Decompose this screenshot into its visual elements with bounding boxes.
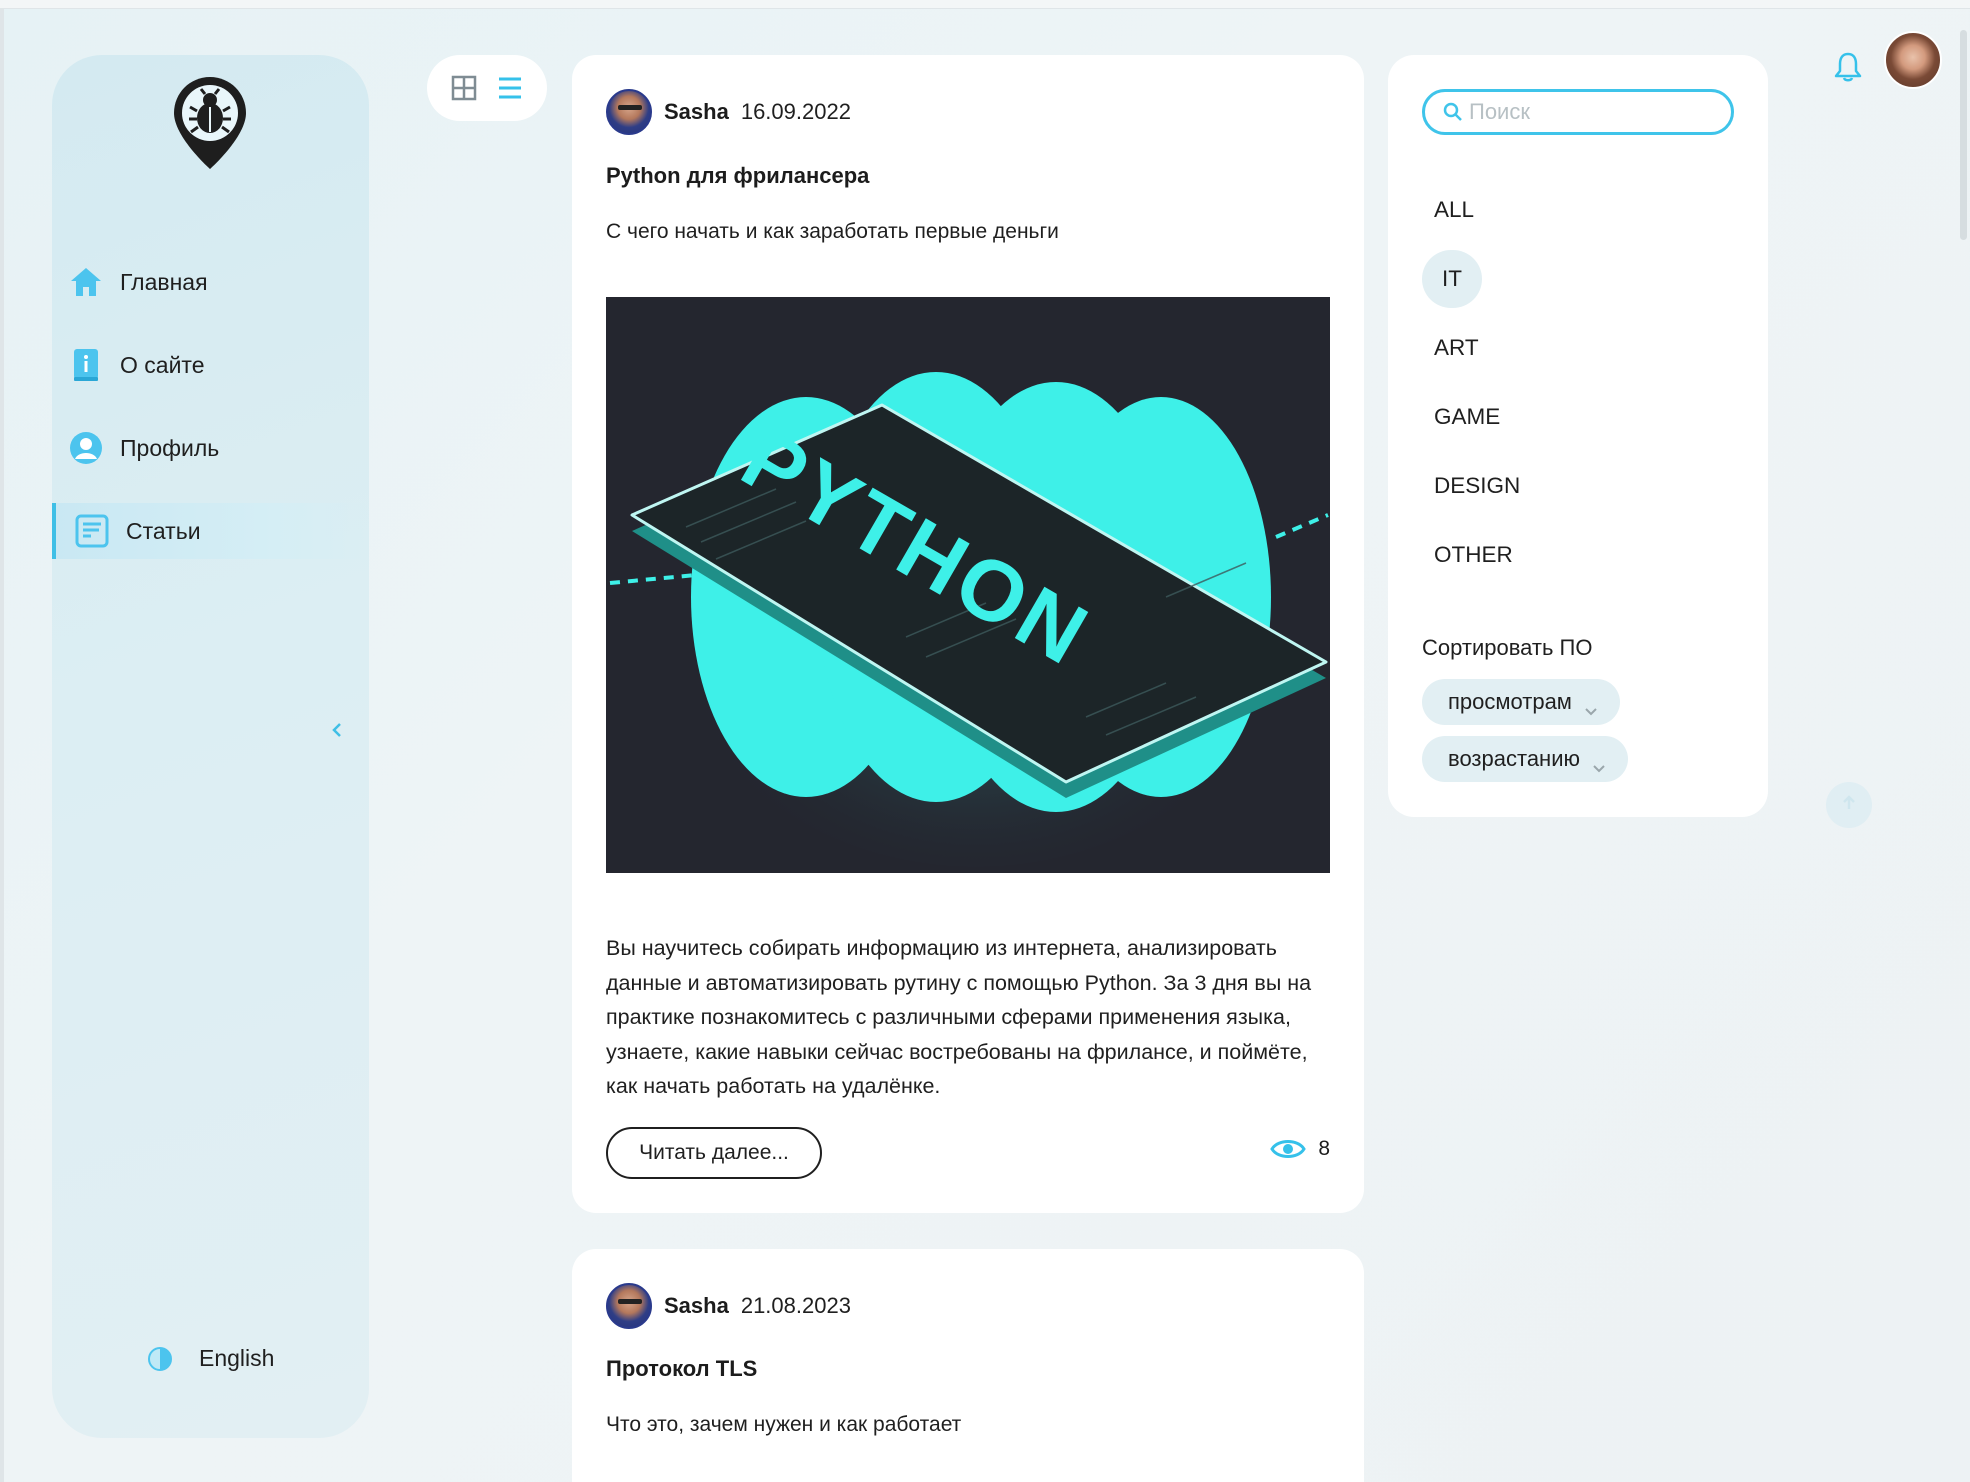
- article-card: Sasha 16.09.2022 Python для фрилансера С…: [572, 55, 1364, 1213]
- post-title: Протокол TLS: [606, 1356, 758, 1381]
- author-name[interactable]: Sasha: [664, 99, 729, 125]
- sidebar-item-about[interactable]: О сайте: [52, 337, 369, 393]
- search-input[interactable]: [1469, 99, 1719, 125]
- views-count: 8: [1318, 1137, 1330, 1160]
- chevron-left-icon[interactable]: [327, 715, 347, 745]
- language-toggle[interactable]: English: [147, 1345, 274, 1372]
- language-label: English: [199, 1345, 275, 1371]
- article-icon: [74, 513, 110, 549]
- sidebar-item-label: Профиль: [120, 434, 220, 461]
- search-icon: [1443, 102, 1463, 122]
- post-date: 16.09.2022: [740, 99, 851, 124]
- arrow-up-icon: [1840, 794, 1858, 817]
- sidebar-item-articles[interactable]: Статьи: [52, 503, 369, 559]
- user-icon: [68, 430, 104, 466]
- window-frame-left: [0, 9, 4, 1482]
- author-row: Sasha 21.08.2023: [606, 1283, 851, 1329]
- post-subtitle: С чего начать и как заработать первые де…: [606, 220, 1059, 243]
- sort-order-select[interactable]: возрастанию: [1422, 736, 1628, 782]
- sidebar: Главная О сайте Профиль Статьи English: [52, 55, 369, 1438]
- chevron-down-icon: [1584, 697, 1598, 716]
- home-icon: [68, 264, 104, 300]
- list-view-icon[interactable]: [495, 73, 525, 103]
- chevron-down-icon: [1592, 754, 1606, 773]
- sidebar-item-label: О сайте: [120, 351, 205, 378]
- author-name[interactable]: Sasha: [664, 1293, 729, 1319]
- scroll-to-top-button[interactable]: [1826, 782, 1872, 828]
- sidebar-item-profile[interactable]: Профиль: [52, 420, 369, 476]
- eye-icon: [1270, 1137, 1307, 1161]
- theme-toggle-icon[interactable]: [147, 1346, 173, 1372]
- bug-pin-icon[interactable]: [172, 75, 248, 171]
- author-avatar[interactable]: [606, 1283, 652, 1329]
- sidebar-item-label: Статьи: [126, 517, 201, 544]
- sidebar-item-label: Главная: [120, 268, 208, 295]
- read-more-button[interactable]: Читать далее...: [606, 1127, 822, 1179]
- filter-panel: ALL IT ART GAME DESIGN OTHER Сортировать…: [1388, 55, 1768, 817]
- author-avatar[interactable]: [606, 89, 652, 135]
- category-art[interactable]: ART: [1422, 319, 1491, 377]
- grid-view-icon[interactable]: [449, 73, 479, 103]
- sort-by-select[interactable]: просмотрам: [1422, 679, 1620, 725]
- article-card: Sasha 21.08.2023 Протокол TLS Что это, з…: [572, 1249, 1364, 1482]
- sort-by-value: просмотрам: [1448, 689, 1572, 714]
- post-image: PYTHON: [606, 297, 1330, 873]
- post-subtitle: Что это, зачем нужен и как работает: [606, 1413, 962, 1436]
- sort-label: Сортировать ПО: [1422, 635, 1593, 660]
- author-row: Sasha 16.09.2022: [606, 89, 851, 135]
- post-date: 21.08.2023: [740, 1293, 851, 1318]
- views-counter: 8: [1270, 1137, 1330, 1161]
- page-scrollbar[interactable]: [1960, 30, 1967, 240]
- post-body: Вы научитесь собирать информацию из инте…: [606, 936, 1312, 1098]
- window-frame-top: [0, 0, 1970, 9]
- category-all[interactable]: ALL: [1422, 181, 1486, 239]
- sidebar-item-home[interactable]: Главная: [52, 254, 369, 310]
- bell-icon[interactable]: [1834, 51, 1862, 83]
- category-design[interactable]: DESIGN: [1422, 457, 1532, 515]
- sort-order-value: возрастанию: [1448, 746, 1580, 771]
- info-book-icon: [68, 347, 104, 383]
- category-it[interactable]: IT: [1422, 250, 1482, 308]
- category-other[interactable]: OTHER: [1422, 526, 1525, 584]
- post-title: Python для фрилансера: [606, 163, 870, 188]
- search-box[interactable]: [1422, 89, 1734, 135]
- user-avatar[interactable]: [1884, 31, 1942, 89]
- category-game[interactable]: GAME: [1422, 388, 1512, 446]
- view-switcher: [427, 55, 547, 121]
